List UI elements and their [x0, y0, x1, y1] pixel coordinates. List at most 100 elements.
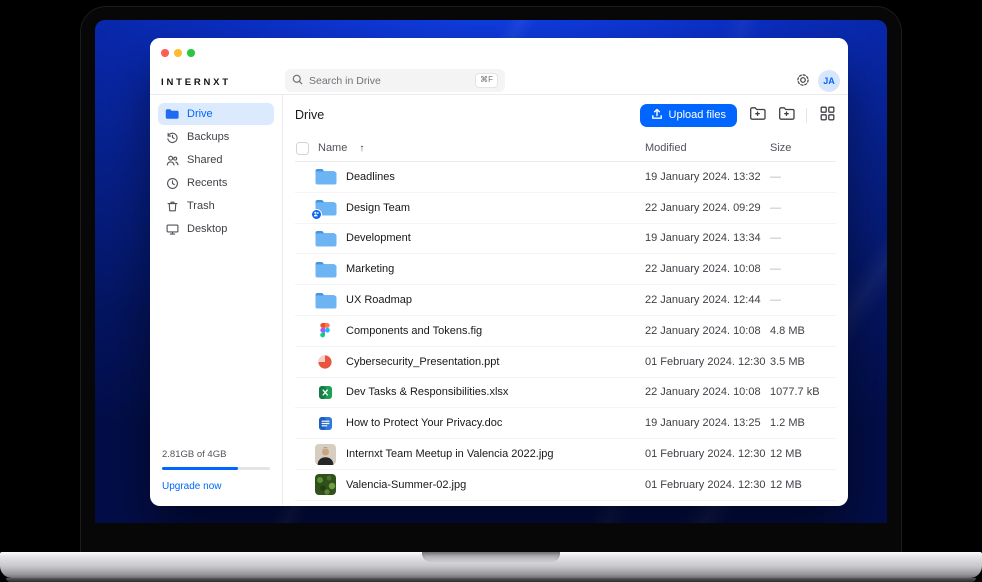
new-folder-icon — [778, 106, 795, 124]
excel-file-icon — [313, 381, 337, 403]
upload-folder-button[interactable] — [748, 107, 766, 123]
sidebar-item-label: Recents — [187, 177, 227, 189]
traffic-lights — [161, 49, 195, 57]
table-row[interactable]: Design Team22 January 2024. 09:29— — [295, 193, 836, 224]
new-folder-button[interactable] — [777, 107, 795, 123]
sidebar-item-label: Trash — [187, 200, 215, 212]
modified-cell: 19 January 2024. 13:34 — [645, 232, 770, 244]
modified-cell: 19 January 2024. 13:25 — [645, 417, 770, 429]
shared-folder-icon — [313, 197, 337, 219]
sidebar-item-desktop[interactable]: Desktop — [158, 218, 274, 240]
sidebar-item-recents[interactable]: Recents — [158, 172, 274, 194]
drive-folder-icon — [165, 107, 179, 121]
toolbar-divider — [806, 108, 807, 123]
table-row[interactable]: Internxt Team Meetup in Valencia 2022.jp… — [295, 439, 836, 470]
modified-cell: 01 February 2024. 12:30 — [645, 356, 770, 368]
table-row[interactable]: Valencia-Summer-02.jpg01 February 2024. … — [295, 470, 836, 501]
sidebar-item-drive[interactable]: Drive — [158, 103, 274, 125]
name-header-cell: Name ↑ — [295, 142, 645, 155]
table-header: Name ↑ Modified Size — [295, 135, 836, 162]
modified-cell: 22 January 2024. 12:44 — [645, 294, 770, 306]
name-cell: Design Team — [295, 197, 645, 219]
window-header: INTERNXT Search in Drive ⌘F JA — [150, 38, 848, 95]
figma-file-icon — [313, 320, 337, 342]
name-column-header[interactable]: Name — [318, 142, 347, 154]
modified-column-header[interactable]: Modified — [645, 142, 770, 154]
search-input[interactable]: Search in Drive ⌘F — [285, 69, 505, 92]
laptop-screen: INTERNXT Search in Drive ⌘F JA — [80, 6, 902, 553]
table-row[interactable]: Marketing22 January 2024. 10:08— — [295, 254, 836, 285]
zoom-button[interactable] — [187, 49, 195, 57]
sidebar-nav: Drive Backups Shared Recents Trash Desktop — [150, 103, 282, 240]
sidebar: Drive Backups Shared Recents Trash Desktop 2.… — [150, 95, 283, 505]
user-avatar[interactable]: JA — [818, 70, 840, 92]
name-cell: UX Roadmap — [295, 289, 645, 311]
folder-icon — [313, 166, 337, 188]
table-row[interactable]: Development19 January 2024. 13:34— — [295, 224, 836, 255]
size-cell: 3.5 MB — [770, 356, 836, 368]
desktop-wallpaper: INTERNXT Search in Drive ⌘F JA — [95, 20, 887, 523]
name-cell: Cybersecurity_Presentation.ppt — [295, 351, 645, 373]
image-thumbnail — [313, 474, 337, 496]
size-cell: 4.8 MB — [770, 325, 836, 337]
sidebar-item-shared[interactable]: Shared — [158, 149, 274, 171]
sidebar-item-label: Desktop — [187, 223, 227, 235]
settings-button[interactable] — [794, 72, 812, 90]
table-row[interactable]: UX Roadmap 22 January 2024. 12:44— — [295, 285, 836, 316]
size-cell: — — [770, 294, 836, 306]
file-name: How to Protect Your Privacy.doc — [346, 417, 502, 429]
laptop-base — [0, 552, 982, 578]
search-placeholder: Search in Drive — [309, 75, 381, 87]
file-name: Deadlines — [346, 171, 395, 183]
gear-icon — [795, 72, 811, 91]
storage-progress-bar — [162, 467, 270, 470]
grid-view-button[interactable] — [818, 107, 836, 123]
name-cell: Valencia-Summer-02.jpg — [295, 474, 645, 496]
toolbar-actions: Upload files — [640, 104, 836, 127]
modified-cell: 22 January 2024. 09:29 — [645, 202, 770, 214]
sidebar-item-label: Shared — [187, 154, 222, 166]
shared-badge-icon — [311, 209, 322, 219]
file-name: Dev Tasks & Responsibilities.xlsx — [346, 386, 508, 398]
minimize-button[interactable] — [174, 49, 182, 57]
file-name: Internxt Team Meetup in Valencia 2022.jp… — [346, 448, 554, 460]
table-row[interactable]: Dev Tasks & Responsibilities.xlsx22 Janu… — [295, 378, 836, 409]
size-column-header[interactable]: Size — [770, 142, 836, 154]
sidebar-item-label: Backups — [187, 131, 229, 143]
sort-ascending-icon[interactable]: ↑ — [359, 143, 364, 154]
desktop-icon — [165, 222, 179, 236]
toolbar: Drive Upload files — [295, 95, 836, 135]
table-row[interactable]: Deadlines19 January 2024. 13:32— — [295, 162, 836, 193]
table-row[interactable]: Components and Tokens.fig22 January 2024… — [295, 316, 836, 347]
file-name: Cybersecurity_Presentation.ppt — [346, 356, 499, 368]
file-name: UX Roadmap — [346, 294, 412, 306]
storage-usage-label: 2.81GB of 4GB — [162, 449, 270, 460]
file-name: Development — [346, 232, 411, 244]
close-button[interactable] — [161, 49, 169, 57]
size-cell: — — [770, 171, 836, 183]
upload-files-label: Upload files — [669, 109, 726, 121]
select-all-checkbox[interactable] — [296, 142, 309, 155]
content-area: Drive Upload files — [283, 95, 848, 505]
word-file-icon — [313, 412, 337, 434]
size-cell: 1.2 MB — [770, 417, 836, 429]
modified-cell: 01 February 2024. 12:30 — [645, 448, 770, 460]
modified-cell: 22 January 2024. 10:08 — [645, 263, 770, 275]
size-cell: 12 MB — [770, 448, 836, 460]
storage-panel: 2.81GB of 4GB Upgrade now — [162, 449, 270, 494]
window-body: Drive Backups Shared Recents Trash Desktop 2.… — [150, 95, 848, 505]
laptop-notch — [422, 552, 560, 562]
sidebar-item-backups[interactable]: Backups — [158, 126, 274, 148]
sidebar-item-label: Drive — [187, 108, 213, 120]
size-cell: 12 MB — [770, 479, 836, 491]
size-cell: — — [770, 202, 836, 214]
sidebar-item-trash[interactable]: Trash — [158, 195, 274, 217]
people-icon — [165, 153, 179, 167]
upload-files-button[interactable]: Upload files — [640, 104, 737, 127]
upgrade-link[interactable]: Upgrade now — [162, 481, 221, 492]
table-row[interactable]: Cybersecurity_Presentation.ppt 01 Februar… — [295, 347, 836, 378]
table-row[interactable]: How to Protect Your Privacy.doc 19 Januar… — [295, 408, 836, 439]
size-cell: 1077.7 kB — [770, 386, 836, 398]
folder-icon — [313, 289, 337, 311]
name-cell: Development — [295, 227, 645, 249]
